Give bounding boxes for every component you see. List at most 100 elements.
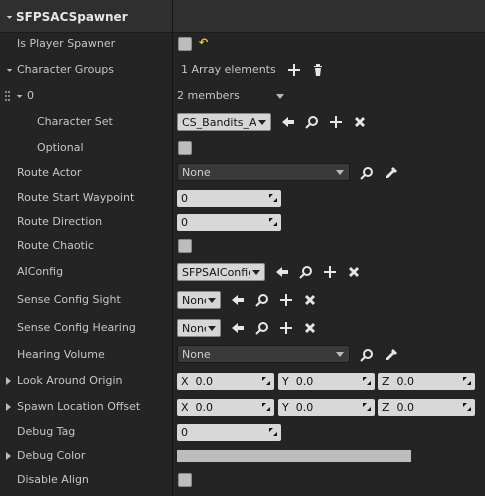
- row-sense-config-hearing: Sense Config Hearing None: [0, 315, 485, 341]
- use-selected-arrow-icon[interactable]: [275, 265, 289, 279]
- look-around-origin-z-field[interactable]: Z 0.0: [378, 373, 475, 390]
- row-ai-config: AIConfig SFPSAIConfig: [0, 259, 485, 285]
- row-character-groups: Character Groups 1 Array elements: [0, 57, 485, 83]
- x-axis-label: X: [181, 401, 189, 414]
- sense-config-hearing-value: None: [182, 322, 206, 335]
- ai-config-value: SFPSAIConfig: [182, 266, 250, 279]
- row-route-actor: Route Actor None: [0, 160, 485, 186]
- array-index-label: 0: [27, 89, 34, 102]
- sense-config-sight-combo[interactable]: None: [177, 291, 221, 309]
- route-direction-value: 0: [181, 216, 188, 229]
- browse-search-icon[interactable]: [305, 115, 319, 129]
- row-debug-color: Debug Color: [0, 443, 485, 469]
- browse-search-icon[interactable]: [255, 293, 269, 307]
- route-start-waypoint-field[interactable]: 0: [177, 190, 281, 207]
- add-element-icon[interactable]: [287, 63, 301, 77]
- element-options-dropdown-icon[interactable]: [276, 94, 284, 99]
- row-debug-tag: Debug Tag 0: [0, 419, 485, 445]
- route-direction-field[interactable]: 0: [177, 214, 281, 231]
- debug-tag-label: Debug Tag: [17, 425, 76, 438]
- route-actor-combo[interactable]: None: [177, 163, 350, 181]
- row-spawn-location-offset: Spawn Location Offset X 0.0 Y 0.0 Z 0.0: [0, 394, 485, 420]
- resize-handle-icon: [463, 403, 471, 411]
- chevron-down-icon: [208, 326, 216, 331]
- resize-handle-icon: [269, 218, 277, 226]
- debug-tag-field[interactable]: 0: [177, 424, 281, 441]
- debug-tag-value: 0: [181, 426, 188, 439]
- clear-icon[interactable]: [347, 265, 361, 279]
- z-axis-label: Z: [382, 401, 390, 414]
- members-count-text: 2 members: [177, 89, 240, 102]
- look-around-origin-x-field[interactable]: X 0.0: [177, 373, 274, 390]
- hearing-volume-combo[interactable]: None: [177, 345, 350, 363]
- add-icon[interactable]: [329, 115, 343, 129]
- resize-handle-icon: [463, 377, 471, 385]
- eyedropper-icon[interactable]: [384, 348, 398, 362]
- sense-config-hearing-combo[interactable]: None: [177, 319, 221, 337]
- resize-handle-icon: [363, 403, 371, 411]
- browse-search-icon[interactable]: [255, 321, 269, 335]
- y-axis-label: Y: [282, 375, 289, 388]
- resize-handle-icon: [262, 403, 270, 411]
- x-value: 0.0: [195, 375, 214, 388]
- spawn-location-offset-x-field[interactable]: X 0.0: [177, 399, 274, 416]
- resize-handle-icon: [363, 377, 371, 385]
- add-icon[interactable]: [279, 321, 293, 335]
- row-hearing-volume: Hearing Volume None: [0, 342, 485, 368]
- resize-handle-icon: [262, 377, 270, 385]
- chevron-down-icon: [252, 270, 260, 275]
- expand-arrow-icon[interactable]: [4, 64, 13, 72]
- route-actor-value: None: [182, 166, 211, 179]
- z-value: 0.0: [396, 401, 415, 414]
- use-selected-arrow-icon[interactable]: [231, 293, 245, 307]
- drag-handle-icon[interactable]: [5, 91, 11, 103]
- disable-align-label: Disable Align: [17, 473, 89, 486]
- add-icon[interactable]: [323, 265, 337, 279]
- character-set-combo[interactable]: CS_Bandits_All: [177, 113, 271, 131]
- eyedropper-icon[interactable]: [384, 166, 398, 180]
- row-look-around-origin: Look Around Origin X 0.0 Y 0.0 Z 0.0: [0, 368, 485, 394]
- expand-arrow-icon[interactable]: [14, 90, 23, 98]
- row-optional: Optional: [0, 135, 485, 161]
- collapse-arrow-icon[interactable]: [4, 11, 13, 19]
- add-icon[interactable]: [279, 293, 293, 307]
- row-route-chaotic: Route Chaotic: [0, 233, 485, 259]
- optional-label: Optional: [37, 141, 84, 154]
- debug-color-swatch[interactable]: [177, 450, 411, 462]
- browse-search-icon[interactable]: [360, 166, 374, 180]
- spawn-location-offset-y-field[interactable]: Y 0.0: [278, 399, 375, 416]
- reset-to-default-icon[interactable]: ↶: [199, 36, 208, 49]
- expand-arrow-icon[interactable]: [6, 377, 11, 385]
- look-around-origin-y-field[interactable]: Y 0.0: [278, 373, 375, 390]
- panel-header[interactable]: SFPSACSpawner: [0, 0, 485, 33]
- is-player-spawner-checkbox[interactable]: [178, 37, 192, 51]
- expand-arrow-icon[interactable]: [6, 403, 11, 411]
- debug-color-label: Debug Color: [17, 449, 86, 462]
- row-character-set: Character Set CS_Bandits_All: [0, 109, 485, 135]
- use-selected-arrow-icon[interactable]: [281, 115, 295, 129]
- ai-config-label: AIConfig: [17, 265, 64, 278]
- browse-search-icon[interactable]: [299, 265, 313, 279]
- y-value: 0.0: [295, 401, 314, 414]
- clear-icon[interactable]: [303, 293, 317, 307]
- character-set-value: CS_Bandits_All: [182, 116, 256, 129]
- sense-config-sight-label: Sense Config Sight: [17, 293, 121, 306]
- clear-icon[interactable]: [303, 321, 317, 335]
- route-direction-label: Route Direction: [17, 215, 103, 228]
- z-axis-label: Z: [382, 375, 390, 388]
- ai-config-combo[interactable]: SFPSAIConfig: [177, 263, 265, 281]
- browse-search-icon[interactable]: [360, 348, 374, 362]
- spawn-location-offset-z-field[interactable]: Z 0.0: [378, 399, 475, 416]
- delete-all-icon[interactable]: [311, 63, 325, 77]
- route-actor-label: Route Actor: [17, 166, 82, 179]
- optional-checkbox[interactable]: [178, 141, 192, 155]
- expand-arrow-icon[interactable]: [6, 452, 11, 460]
- route-chaotic-checkbox[interactable]: [178, 239, 192, 253]
- clear-icon[interactable]: [353, 115, 367, 129]
- use-selected-arrow-icon[interactable]: [231, 321, 245, 335]
- disable-align-checkbox[interactable]: [178, 473, 192, 487]
- array-count-text: 1 Array elements: [181, 63, 276, 76]
- hearing-volume-value: None: [182, 348, 211, 361]
- row-route-start-waypoint: Route Start Waypoint 0: [0, 185, 485, 211]
- x-axis-label: X: [181, 375, 189, 388]
